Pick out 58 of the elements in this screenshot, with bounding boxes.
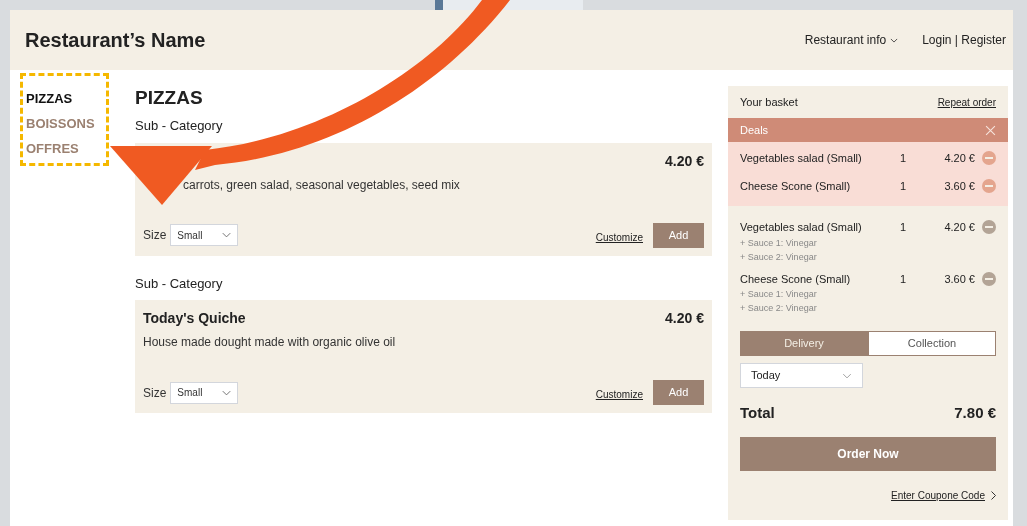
chevron-down-icon: [222, 232, 232, 238]
item-description: House made dought made with organic olive oil: [143, 334, 397, 351]
add-button[interactable]: Add: [653, 222, 704, 248]
remove-button[interactable]: [982, 178, 996, 193]
basket-item-price: 3.60 €: [943, 178, 975, 194]
basket-item-price: 3.60 €: [943, 271, 975, 287]
background-window-edge: [435, 0, 443, 10]
basket-item-name: Cheese Scone (Small): [740, 178, 852, 194]
item-extra: + Sauce 2: Vinegar: [740, 302, 818, 315]
section-title: PIZZAS: [135, 86, 204, 110]
basket-title: Your basket: [740, 94, 798, 110]
size-label: Size: [143, 384, 167, 402]
item-name: Today's Quiche: [143, 309, 246, 328]
item-extra: + Sauce 1: Vinegar: [740, 236, 818, 250]
basket-item-quantity: 1: [900, 220, 908, 235]
item-extra: + Sauce 1: Vinegar: [740, 288, 818, 301]
mode-tab[interactable]: Collection: [868, 331, 996, 356]
customize-link[interactable]: Customize: [595, 387, 643, 402]
basket-item-name: Cheese Scone (Small): [740, 271, 852, 287]
order-now-button[interactable]: Order Now: [740, 436, 996, 471]
customize-link[interactable]: Customize: [595, 229, 643, 245]
close-icon[interactable]: [985, 124, 996, 136]
basket-item-name: Vegetables salad (Small): [740, 220, 863, 235]
basket-item-name: Vegetables salad (Small): [740, 151, 863, 166]
category-link[interactable]: PIZZAS: [26, 89, 106, 108]
repeat-order-link[interactable]: Repeat order: [937, 94, 996, 110]
size-select[interactable]: Small: [170, 381, 239, 404]
add-button[interactable]: Add: [653, 380, 704, 405]
category-link[interactable]: OFFRES: [26, 139, 106, 158]
basket-item-quantity: 1: [900, 271, 908, 287]
day-select[interactable]: Today: [740, 363, 863, 388]
deals-title: Deals: [740, 122, 769, 138]
remove-button[interactable]: [982, 220, 996, 235]
basket-item-quantity: 1: [900, 178, 908, 194]
basket-item-price: 4.20 €: [943, 151, 975, 166]
item-extra: + Sauce 2: Vinegar: [740, 250, 818, 264]
chevron-down-icon: [222, 389, 232, 396]
basket-item-quantity: 1: [900, 151, 908, 166]
item-description: carrots, green salad, seasonal vegetables, seed mix: [183, 176, 461, 194]
chevron-down-icon: [890, 37, 899, 43]
basket-item-price: 4.20 €: [943, 220, 975, 235]
coupon-code-link[interactable]: Enter Coupone Code: [891, 487, 985, 503]
subcategory-title: Sub - Category: [135, 117, 224, 135]
remove-button[interactable]: [982, 271, 996, 286]
chevron-right-icon: [991, 490, 996, 500]
item-price: 4.20 €: [665, 151, 704, 171]
item-price: 4.20 €: [665, 309, 704, 328]
restaurant-name: Restaurant’s Name: [25, 28, 206, 53]
total-amount: 7.80 €: [954, 403, 996, 423]
total-label: Total: [740, 403, 775, 423]
subcategory-title: Sub - Category: [135, 274, 224, 293]
chevron-down-icon: [842, 372, 852, 379]
category-link[interactable]: BOISSONS: [26, 114, 106, 133]
size-select[interactable]: Small: [170, 224, 239, 246]
remove-button[interactable]: [982, 151, 996, 166]
restaurant-info-menu[interactable]: Restaurant info: [804, 31, 899, 49]
size-label: Size: [143, 227, 167, 244]
login-register-link[interactable]: Login | Register: [922, 31, 1006, 49]
